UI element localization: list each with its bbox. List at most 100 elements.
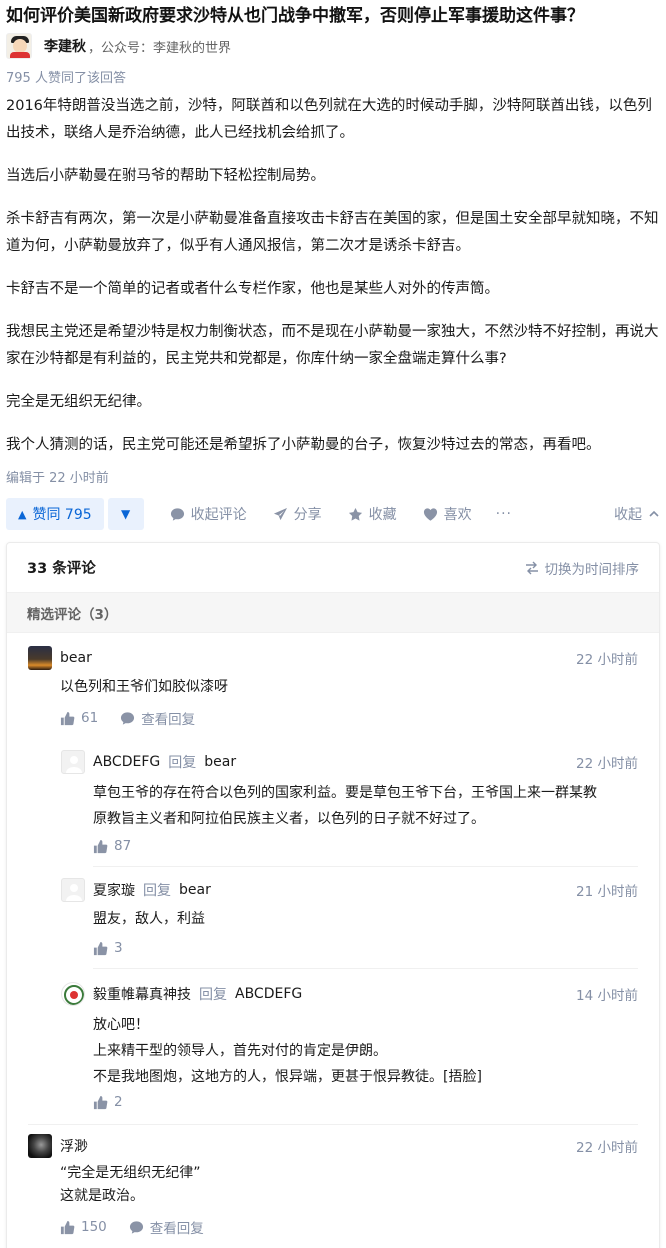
question-title[interactable]: 如何评价美国新政府要求沙特从也门战争中撤军，否则停止军事援助这件事？	[6, 4, 660, 28]
comment-username[interactable]: 毅重帷幕真神技	[93, 984, 191, 1004]
collapse-label: 收起	[614, 507, 642, 523]
user-avatar[interactable]	[61, 750, 85, 774]
answer-action-bar: ▲ 赞同 795 ▼ 收起评论 分享 收藏 喜欢 ··· 收起	[6, 498, 660, 530]
heart-icon	[423, 507, 437, 521]
vote-up-label: 赞同 795	[32, 507, 92, 523]
user-avatar[interactable]	[61, 878, 85, 902]
comment-line: 草包王爷的存在符合以色列的国家利益。要是草包王爷下台，王爷国上来一群某教	[93, 785, 597, 801]
comment-header: 夏家璇 回复 bear	[93, 880, 211, 900]
comment-bubble-icon	[129, 1220, 143, 1234]
view-replies-button[interactable]: 查看回复	[129, 1217, 204, 1237]
default-avatar-icon	[66, 884, 82, 901]
comment-line: 不是我地图炮，这地方的人，恨异端，更甚于恨异教徒。[捂脸]	[93, 1069, 482, 1085]
comment-time: 22 小时前	[576, 652, 638, 668]
comment-item: 浮渺 22 小时前 “完全是无组织无纪律” 这就是政治。 150 查看回复	[28, 1134, 638, 1244]
comment-text: 放心吧！ 上来精干型的领导人，首先对付的肯定是伊朗。 不是我地图炮，这地方的人，…	[93, 1012, 482, 1090]
comment-like-button[interactable]: 87	[93, 838, 131, 854]
triangle-down-icon: ▼	[121, 507, 131, 521]
comment-line: 放心吧！	[93, 1017, 149, 1033]
like-button[interactable]: 喜欢	[423, 504, 472, 524]
vote-up-button[interactable]: ▲ 赞同 795	[6, 498, 104, 530]
swap-arrows-icon	[525, 561, 538, 574]
vote-down-button[interactable]: ▼	[107, 498, 144, 530]
star-icon	[348, 507, 362, 521]
comment-username[interactable]: ABCDEFG	[93, 754, 160, 770]
reply-word: 回复	[143, 883, 171, 899]
reply-item: ABCDEFG 回复 bear 22 小时前 草包王爷的存在符合以色列的国家利益…	[61, 750, 638, 854]
comments-count: 33 条评论	[27, 561, 96, 577]
vote-summary: 795 人赞同了该回答	[6, 71, 126, 86]
comment-like-button[interactable]: 61	[60, 710, 98, 726]
chevron-up-icon	[649, 510, 659, 517]
answer-paragraph: 当选后小萨勒曼在驸马爷的帮助下轻松控制局势。	[6, 168, 325, 184]
author-avatar[interactable]	[6, 33, 32, 59]
comment-bubble-icon	[170, 507, 184, 521]
thumbs-up-icon	[93, 941, 108, 955]
more-options-button[interactable]: ···	[496, 506, 512, 522]
comment-actions: 2	[93, 1094, 123, 1110]
comment-actions: 3	[93, 940, 123, 956]
comment-line: “完全是无组织无纪律”	[60, 1165, 201, 1181]
share-label: 分享	[293, 507, 322, 523]
reply-target-username[interactable]: bear	[204, 754, 236, 770]
comment-header: bear	[60, 648, 92, 668]
favorite-button[interactable]: 收藏	[348, 504, 397, 524]
edit-time[interactable]: 编辑于 22 小时前	[6, 467, 109, 486]
comment-like-button[interactable]: 3	[93, 940, 123, 956]
featured-comments-label: 精选评论（3）	[27, 606, 118, 623]
comment-line: 盟友，敌人，利益	[93, 911, 205, 927]
comment-like-count: 2	[114, 1094, 123, 1110]
toggle-comments-label: 收起评论	[190, 507, 247, 523]
view-replies-button[interactable]: 查看回复	[120, 708, 195, 728]
reply-target-username[interactable]: bear	[179, 882, 211, 898]
reply-target-username[interactable]: ABCDEFG	[235, 986, 302, 1002]
comments-panel: 33 条评论 切换为时间排序 精选评论（3） bear 22 小时前 以色列和王…	[6, 542, 660, 1248]
reply-divider	[93, 866, 638, 867]
comment-actions: 87	[93, 838, 131, 854]
triangle-up-icon: ▲	[18, 507, 27, 521]
comment-time: 22 小时前	[576, 1140, 638, 1156]
default-avatar-icon	[66, 756, 82, 773]
collapse-answer-button[interactable]: 收起	[614, 504, 660, 524]
thumbs-up-icon	[93, 839, 108, 853]
comment-like-count: 150	[81, 1219, 107, 1235]
comment-bubble-icon	[121, 711, 135, 725]
comment-like-button[interactable]: 150	[60, 1219, 107, 1235]
reply-word: 回复	[168, 755, 197, 771]
comment-header: ABCDEFG 回复 bear	[93, 752, 236, 772]
author-name[interactable]: 李建秋	[44, 36, 86, 56]
answer-paragraph: 杀卡舒吉有两次，第一次是小萨勒曼准备直接攻击卡舒吉在美国的家，但是国土安全部早就…	[6, 211, 659, 254]
comment-like-count: 87	[114, 838, 132, 854]
author-info: 李建秋 ，公众号：李建秋的世界	[6, 32, 231, 60]
favorite-label: 收藏	[368, 507, 397, 523]
comment-text: 盟友，敌人，利益	[93, 908, 205, 931]
answer-paragraph: 完全是无组织无纪律。	[6, 394, 151, 410]
thumbs-up-icon	[60, 1220, 75, 1234]
comment-username[interactable]: 夏家璇	[93, 880, 135, 900]
comments-header: 33 条评论 切换为时间排序	[7, 543, 659, 593]
user-avatar[interactable]	[28, 646, 52, 670]
comment-actions: 61 查看回复	[60, 708, 195, 728]
comment-line: 这就是政治。	[60, 1188, 144, 1204]
toggle-comments-button[interactable]: 收起评论	[170, 504, 247, 524]
reply-word: 回复	[199, 987, 227, 1003]
comment-time: 22 小时前	[576, 756, 638, 772]
comment-time: 21 小时前	[576, 884, 638, 900]
sort-toggle-label: 切换为时间排序	[544, 561, 640, 578]
user-avatar[interactable]	[28, 1134, 52, 1158]
answer-paragraph: 卡舒吉不是一个简单的记者或者什么专栏作家，他也是某些人对外的传声筒。	[6, 281, 499, 297]
comment-username[interactable]: 浮渺	[60, 1136, 88, 1156]
comment-like-button[interactable]: 2	[93, 1094, 123, 1110]
like-label: 喜欢	[443, 507, 472, 523]
comment-item: bear 22 小时前 以色列和王爷们如胶似漆呀 61 查看回复	[28, 646, 638, 736]
view-replies-label: 查看回复	[149, 1221, 204, 1237]
comment-line: 上来精干型的领导人，首先对付的肯定是伊朗。	[93, 1043, 387, 1059]
comment-actions: 150 查看回复	[60, 1217, 204, 1237]
user-avatar[interactable]	[61, 982, 85, 1006]
sort-toggle-button[interactable]: 切换为时间排序	[525, 558, 640, 578]
answer-paragraph: 我个人猜测的话，民主党可能还是希望拆了小萨勒曼的台子，恢复沙特过去的常态，再看吧…	[6, 437, 601, 453]
swirl-avatar-icon	[64, 985, 84, 1005]
comment-username[interactable]: bear	[60, 650, 92, 666]
answer-paragraph: 我想民主党还是希望沙特是权力制衡状态，而不是现在小萨勒曼一家独大，不然沙特不好控…	[6, 324, 659, 367]
share-button[interactable]: 分享	[273, 504, 322, 524]
